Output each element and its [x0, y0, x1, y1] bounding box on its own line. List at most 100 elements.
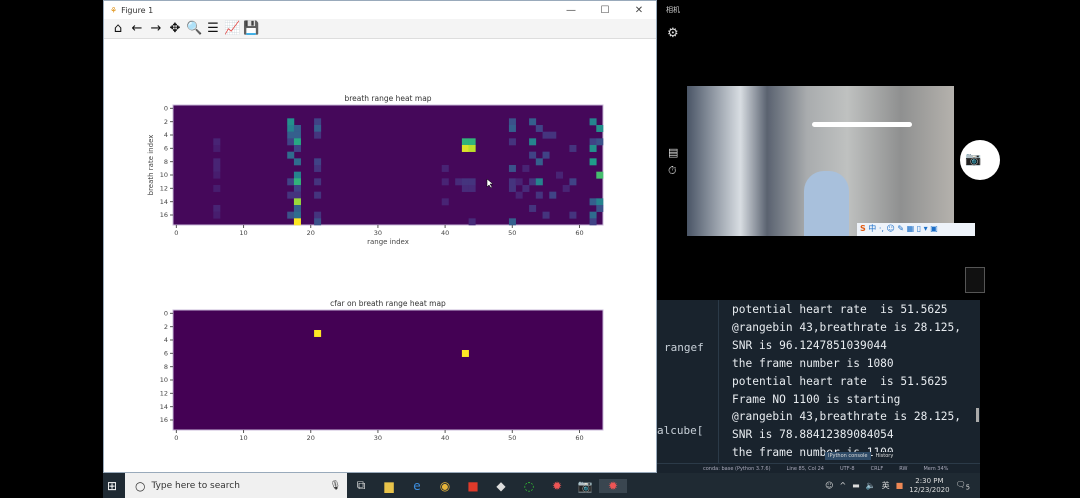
- chrome-icon[interactable]: ◉: [431, 479, 459, 493]
- app-icon[interactable]: ◆: [487, 479, 515, 493]
- matlab-icon-active[interactable]: ✹: [599, 478, 627, 493]
- heatmap-cell: [522, 185, 530, 192]
- heatmap-cell: [314, 125, 322, 132]
- video-mode-button[interactable]: [965, 267, 985, 293]
- heatmap-cell: [569, 211, 577, 219]
- heatmap-cell: [213, 171, 221, 179]
- ceiling-light: [812, 122, 912, 127]
- heatmap-cell: [569, 145, 577, 152]
- y-tick-label: 10: [160, 171, 168, 179]
- status-item: CRLF: [870, 465, 884, 472]
- status-item: RW: [899, 465, 908, 472]
- camera-preview: S 中 ·, ☺ ✎ ▦ ▯ ▾ ▣: [687, 86, 975, 236]
- x-axis-label: range index: [367, 238, 409, 246]
- figure-window: ⚘ Figure 1 — ☐ ✕ ⌂ ← → ✥ 🔍 ☰ 📈 💾 breath range h…: [103, 0, 657, 473]
- heatmap-cell: [314, 191, 322, 199]
- maximize-button[interactable]: ☐: [588, 5, 622, 16]
- start-button[interactable]: ⊞: [107, 479, 117, 493]
- heatmap-cell: [287, 125, 295, 132]
- tab-history[interactable]: History: [872, 452, 897, 460]
- minimize-button[interactable]: —: [554, 5, 588, 16]
- file-explorer-icon[interactable]: ▆: [375, 479, 403, 493]
- window-title: Figure 1: [121, 5, 154, 15]
- save-icon[interactable]: 💾: [243, 21, 259, 36]
- matlab-icon[interactable]: ✹: [543, 479, 571, 493]
- heatmap-cell: [213, 138, 221, 146]
- heatmap-cell: [441, 178, 449, 186]
- y-tick-label: 6: [164, 350, 168, 358]
- microphone-icon[interactable]: 🎙: [330, 481, 341, 491]
- heatmap-cell: [314, 211, 322, 219]
- settings-icon[interactable]: ⚙: [667, 26, 679, 41]
- heatmap-cell: [287, 211, 295, 219]
- close-button[interactable]: ✕: [622, 5, 656, 16]
- timer-icon[interactable]: ⏱: [668, 164, 677, 178]
- y-tick-label: 16: [160, 416, 168, 424]
- console-scrollbar[interactable]: [976, 408, 979, 422]
- y-tick-label: 8: [164, 363, 168, 371]
- y-tick-label: 14: [160, 403, 168, 411]
- spyder-loading-icon[interactable]: ◌: [515, 479, 543, 493]
- camera-app-icon[interactable]: 📷: [571, 479, 599, 493]
- people-icon[interactable]: ☺: [825, 481, 833, 490]
- subplots-icon[interactable]: ☰: [205, 21, 221, 36]
- console-line: the frame number is 1080: [732, 356, 894, 370]
- heatmap-cell: [589, 138, 597, 146]
- y-tick-label: 2: [164, 118, 168, 126]
- x-tick-label: 0: [174, 434, 178, 442]
- y-tick-label: 6: [164, 145, 168, 153]
- heatmap-cell: [293, 211, 301, 219]
- pan-icon[interactable]: ✥: [167, 21, 183, 36]
- heatmap-cell: [535, 158, 543, 166]
- y-tick-label: 14: [160, 198, 168, 206]
- taskbar: ⊞ ○ Type here to search 🎙 ⧉ ▆ e ◉ ■ ◆ ◌ …: [103, 473, 980, 498]
- y-tick-label: 0: [164, 105, 168, 113]
- ime-indicator[interactable]: 英: [882, 480, 890, 491]
- photo-mode-icon[interactable]: ▤: [668, 146, 678, 159]
- task-view-icon[interactable]: ⧉: [347, 478, 375, 493]
- heatmap-cell: [589, 211, 597, 219]
- chart-title: cfar on breath range heat map: [330, 299, 446, 308]
- heatmap-cell: [589, 158, 597, 166]
- volume-icon[interactable]: 🔈: [866, 481, 876, 490]
- heatmap-cell: [555, 171, 563, 179]
- notifications-icon[interactable]: 🗨5: [956, 480, 970, 492]
- edit-axis-icon[interactable]: 📈: [224, 21, 240, 36]
- heatmap-cell: [589, 198, 597, 206]
- heatmap-cell: [529, 178, 537, 186]
- back-icon[interactable]: ←: [129, 21, 145, 36]
- pdf-app-icon[interactable]: ■: [459, 479, 487, 493]
- zoom-icon[interactable]: 🔍: [186, 21, 202, 36]
- time: 2:30 PM: [915, 476, 944, 485]
- edge-icon[interactable]: e: [403, 479, 431, 493]
- editor-text: alcube[: [657, 424, 704, 437]
- heatmap-cell: [293, 205, 301, 212]
- tab-ipython-console[interactable]: IPython console: [825, 452, 871, 460]
- search-box[interactable]: ○ Type here to search 🎙: [125, 473, 347, 498]
- clock[interactable]: 2:30 PM 12/23/2020: [909, 477, 949, 495]
- console-line: potential heart rate is 51.5625: [732, 374, 948, 388]
- heatmap-cell: [535, 191, 543, 199]
- status-item: conda: base (Python 3.7.6): [703, 465, 771, 472]
- home-icon[interactable]: ⌂: [110, 21, 126, 36]
- y-tick-label: 16: [160, 211, 168, 219]
- heatmap-cell: [287, 138, 295, 146]
- app-tray-icon[interactable]: ■: [896, 481, 904, 490]
- heatmap-cell: [461, 185, 469, 192]
- tray-expand-icon[interactable]: ^: [839, 481, 846, 490]
- heatmap-cell: [549, 131, 557, 139]
- shutter-button[interactable]: 📷: [960, 140, 1000, 180]
- editor-pane[interactable]: rangef alcube[: [657, 300, 719, 463]
- battery-icon[interactable]: ▬: [852, 481, 860, 490]
- y-tick-label: 12: [160, 185, 168, 193]
- heatmap-cell: [293, 218, 301, 226]
- forward-icon[interactable]: →: [148, 21, 164, 36]
- heatmap-cell: [508, 165, 516, 172]
- x-tick-label: 40: [441, 229, 449, 237]
- status-item: Mem 34%: [923, 465, 949, 472]
- heatmap-cell: [441, 198, 449, 206]
- heatmap-cell: [293, 178, 301, 186]
- person: [804, 171, 849, 236]
- heatmap-cell: [508, 178, 516, 186]
- ime-toolbar: S 中 ·, ☺ ✎ ▦ ▯ ▾ ▣: [857, 223, 975, 236]
